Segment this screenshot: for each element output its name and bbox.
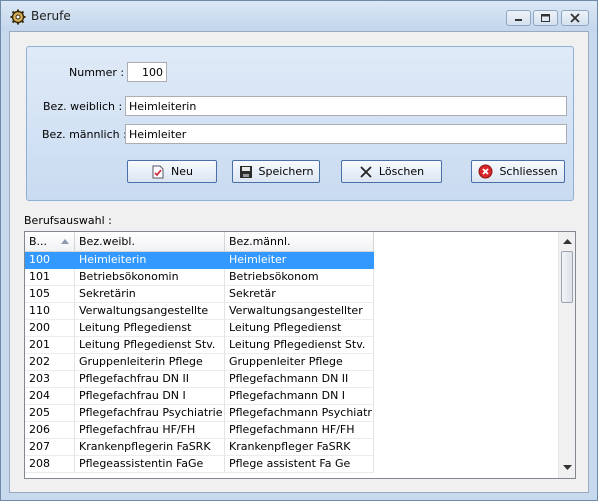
schliessen-label: Schliessen [499,165,558,178]
column-header-label: Bez.weibl. [79,235,135,248]
maximize-icon [541,14,550,22]
cell-weiblich: Sekretärin [75,286,225,303]
new-document-icon [152,165,164,178]
berufsauswahl-label: Berufsauswahl : [24,214,112,227]
cell-weiblich: Pflegefachfrau DN II [75,371,225,388]
red-circle-x-icon [478,164,493,179]
cell-nummer: 101 [25,269,75,286]
cell-nummer: 105 [25,286,75,303]
cell-weiblich: Pflegeassistentin FaGe [75,456,225,473]
cell-maennlich: Heimleiter [225,252,374,269]
column-header-label: B... [29,235,48,248]
cell-nummer: 205 [25,405,75,422]
speichern-button[interactable]: Speichern [232,160,320,183]
cell-weiblich: Pflegefachfrau DN I [75,388,225,405]
cell-weiblich: Heimleiterin [75,252,225,269]
list-row[interactable]: 110 Verwaltungsangestellte Verwaltungsange… [25,303,374,320]
cell-maennlich: Leitung Pflegedienst [225,320,374,337]
cell-maennlich: Pflegefachmann DN I [225,388,374,405]
client-area: Nummer : 100 Bez. weiblich : Heimleiteri… [9,31,589,493]
vertical-scrollbar[interactable] [558,232,575,478]
list-row[interactable]: 207 Krankenpflegerin FaSRK Krankenpfleger … [25,439,374,456]
cell-nummer: 208 [25,456,75,473]
cell-maennlich: Pflege assistent Fa Ge [225,456,374,473]
bez-weiblich-field[interactable]: Heimleiterin [125,96,567,116]
list-row[interactable]: 205 Pflegefachfrau Psychiatrie Pflegefachm… [25,405,374,422]
cell-weiblich: Gruppenleiterin Pflege [75,354,225,371]
maennlich-label: Bez. männlich : [42,128,127,141]
window-title: Berufe [31,9,71,23]
close-window-button[interactable] [561,10,589,26]
cell-maennlich: Verwaltungsangestellter [225,303,374,320]
berufe-list[interactable]: B... Bez.weibl. Bez.männl. 100 Heimleiter… [24,231,576,479]
cell-maennlich: Sekretär [225,286,374,303]
cell-weiblich: Betriebsökonomin [75,269,225,286]
cell-maennlich: Betriebsökonom [225,269,374,286]
cell-nummer: 200 [25,320,75,337]
app-window: Berufe Nummer : 100 Bez. weiblich : Heim… [0,0,598,501]
column-header-weiblich[interactable]: Bez.weibl. [75,232,225,252]
list-row[interactable]: 101 Betriebsökonomin Betriebsökonom [25,269,374,286]
maximize-button[interactable] [533,10,558,26]
cell-nummer: 204 [25,388,75,405]
scrollbar-thumb[interactable] [561,251,573,303]
weiblich-label: Bez. weiblich : [43,100,123,113]
cell-maennlich: Pflegefachmann Psychiatrie [225,405,374,422]
list-rows: 100 Heimleiterin Heimleiter 101 Betriebsökon… [25,252,374,473]
neu-button[interactable]: Neu [127,160,217,183]
cell-maennlich: Leitung Pflegedienst Stv. [225,337,374,354]
cell-nummer: 110 [25,303,75,320]
cell-maennlich: Pflegefachmann HF/FH [225,422,374,439]
schliessen-button[interactable]: Schliessen [471,160,565,183]
scroll-up-icon[interactable] [563,238,572,244]
neu-label: Neu [171,165,193,178]
bez-maennlich-field[interactable]: Heimleiter [125,124,567,144]
column-header-label: Bez.männl. [229,235,291,248]
cell-maennlich: Pflegefachmann DN II [225,371,374,388]
speichern-label: Speichern [258,165,314,178]
list-row[interactable]: 100 Heimleiterin Heimleiter [25,252,374,269]
loeschen-label: Löschen [378,165,425,178]
column-header-maennlich[interactable]: Bez.männl. [225,232,374,252]
edit-panel: Nummer : 100 Bez. weiblich : Heimleiteri… [26,46,574,201]
list-row[interactable]: 105 Sekretärin Sekretär [25,286,374,303]
list-row[interactable]: 201 Leitung Pflegedienst Stv. Leitung Pfle… [25,337,374,354]
loeschen-button[interactable]: Löschen [341,160,442,183]
nummer-label: Nummer : [69,66,125,79]
cell-nummer: 201 [25,337,75,354]
cell-weiblich: Leitung Pflegedienst [75,320,225,337]
floppy-disk-icon [239,165,252,178]
close-icon [570,13,580,23]
list-row[interactable]: 203 Pflegefachfrau DN II Pflegefachmann DN… [25,371,374,388]
cell-nummer: 100 [25,252,75,269]
cell-nummer: 203 [25,371,75,388]
cell-maennlich: Gruppenleiter Pflege [225,354,374,371]
minimize-button[interactable] [506,10,531,26]
column-header-nummer[interactable]: B... [25,232,75,252]
cell-maennlich: Krankenpfleger FaSRK [225,439,374,456]
list-row[interactable]: 208 Pflegeassistentin FaGe Pflege assisten… [25,456,374,473]
list-row[interactable]: 200 Leitung Pflegedienst Leitung Pflegedie… [25,320,374,337]
cell-nummer: 206 [25,422,75,439]
nummer-field[interactable]: 100 [127,62,167,82]
cell-nummer: 202 [25,354,75,371]
x-icon [360,165,372,178]
list-row[interactable]: 204 Pflegefachfrau DN I Pflegefachmann DN … [25,388,374,405]
sort-ascending-icon [61,239,69,244]
minimize-icon [515,19,522,21]
cell-weiblich: Verwaltungsangestellte [75,303,225,320]
cell-nummer: 207 [25,439,75,456]
list-header: B... Bez.weibl. Bez.männl. [25,232,374,252]
scroll-down-icon[interactable] [563,465,572,471]
list-row[interactable]: 202 Gruppenleiterin Pflege Gruppenleiter P… [25,354,374,371]
title-bar[interactable]: Berufe [1,1,597,31]
cell-weiblich: Leitung Pflegedienst Stv. [75,337,225,354]
gear-icon[interactable] [10,9,26,25]
cell-weiblich: Pflegefachfrau HF/FH [75,422,225,439]
list-row[interactable]: 206 Pflegefachfrau HF/FH Pflegefachmann HF… [25,422,374,439]
cell-weiblich: Krankenpflegerin FaSRK [75,439,225,456]
cell-weiblich: Pflegefachfrau Psychiatrie [75,405,225,422]
